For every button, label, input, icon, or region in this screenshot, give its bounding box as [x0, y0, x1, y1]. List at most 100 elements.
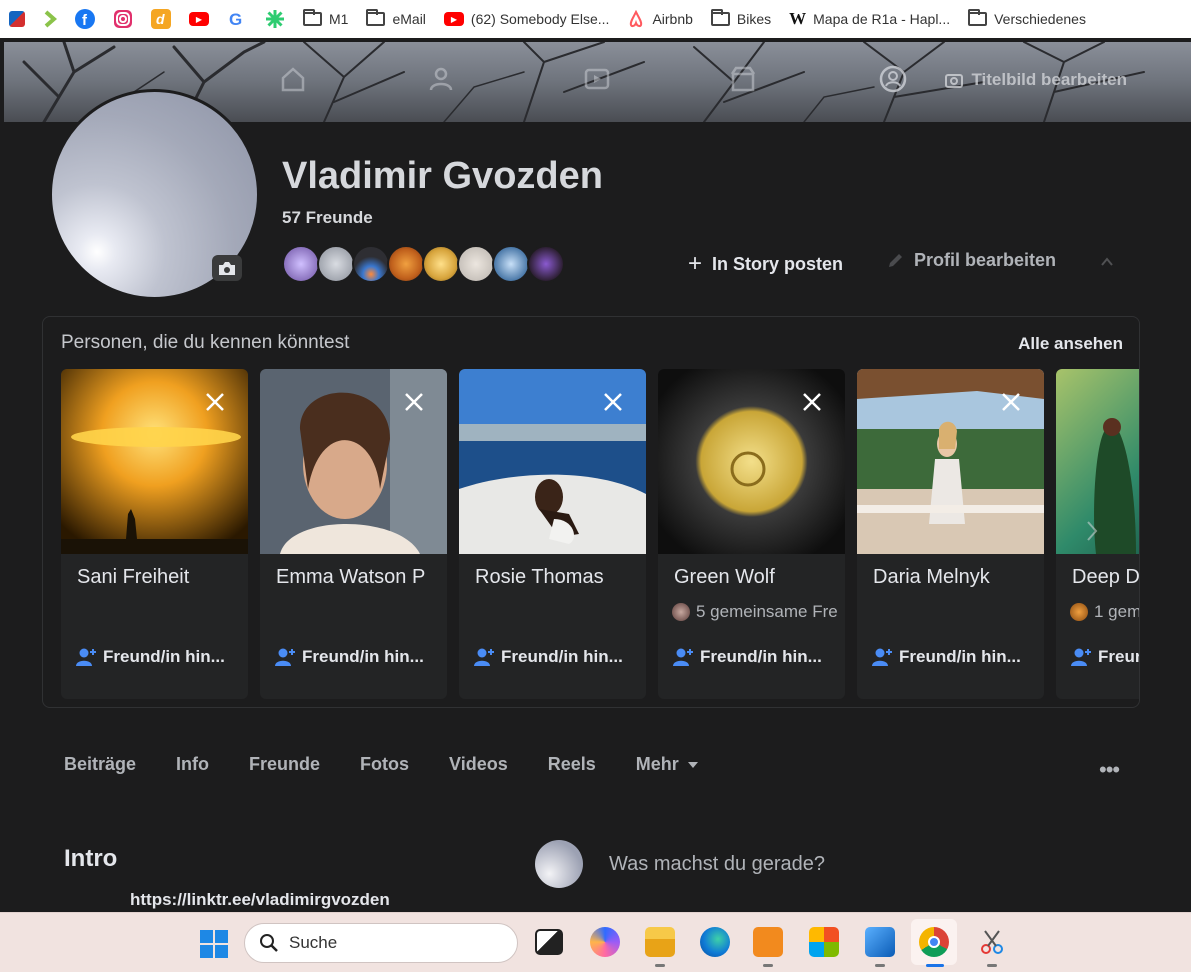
tab-reels[interactable]: Reels — [548, 754, 596, 775]
windows-start-icon[interactable] — [199, 929, 229, 959]
media-player-icon[interactable] — [753, 927, 783, 957]
add-friend-label: Freund/in hin... — [501, 647, 623, 666]
suggestion-card[interactable]: Green Wolf 5 gemeinsame Fre Freund/in hi… — [658, 369, 845, 699]
close-icon[interactable] — [1000, 391, 1022, 413]
add-friend-icon — [872, 648, 892, 666]
facebook-icon: f — [75, 9, 95, 29]
bookmark-google[interactable]: G — [218, 0, 256, 38]
card-name[interactable]: Green Wolf — [674, 566, 775, 589]
add-friend-button[interactable]: Freund/in hin... — [1070, 647, 1139, 667]
card-name[interactable]: Daria Melnyk — [873, 566, 990, 589]
suggestion-card[interactable]: Sani Freiheit Freund/in hin... — [61, 369, 248, 699]
mutual-friend-avatar — [672, 603, 690, 621]
suggestion-card[interactable]: Rosie Thomas Freund/in hin... — [459, 369, 646, 699]
close-icon[interactable] — [602, 391, 624, 413]
add-friend-button[interactable]: Freund/in hin... — [672, 647, 822, 667]
composer-avatar[interactable] — [535, 840, 583, 888]
see-all-link[interactable]: Alle ansehen — [1018, 334, 1123, 354]
folder-icon — [968, 9, 988, 26]
edit-cover-button[interactable]: Titelbild bearbeiten — [945, 70, 1127, 90]
file-explorer-icon[interactable] — [645, 927, 675, 957]
taskbar-search[interactable]: Suche — [244, 923, 518, 963]
tab-posts[interactable]: Beiträge — [64, 754, 136, 775]
app-active-indicator — [926, 964, 944, 967]
card-name[interactable]: Emma Watson P — [276, 566, 425, 589]
mutual-friends[interactable]: 1 gem — [1070, 602, 1139, 622]
friend-avatar[interactable] — [492, 245, 530, 283]
friend-avatar[interactable] — [282, 245, 320, 283]
tab-friends[interactable]: Freunde — [249, 754, 320, 775]
more-options-icon[interactable]: ••• — [1099, 757, 1120, 783]
groups-icon[interactable] — [878, 64, 908, 94]
chevron-app-icon — [44, 10, 57, 28]
add-friend-button[interactable]: Freund/in hin... — [274, 647, 424, 667]
post-story-label: In Story posten — [712, 253, 844, 274]
friends-icon[interactable] — [426, 64, 456, 94]
suggestion-card[interactable]: Deep D 1 gem Freund/in hin... — [1056, 369, 1139, 699]
folder-icon — [710, 9, 730, 26]
friends-count[interactable]: 57 Freunde — [282, 208, 373, 228]
chevron-right-icon[interactable] — [1084, 519, 1100, 543]
add-friend-label: Freund/in hin... — [302, 647, 424, 666]
friend-avatar[interactable] — [317, 245, 355, 283]
bookmark-airbnb[interactable]: Airbnb — [618, 0, 701, 38]
task-view-icon[interactable] — [535, 929, 563, 955]
add-friend-button[interactable]: Freund/in hin... — [473, 647, 623, 667]
tab-photos[interactable]: Fotos — [360, 754, 409, 775]
marketplace-icon[interactable] — [728, 64, 758, 94]
bookmark-facebook[interactable]: f — [66, 0, 104, 38]
tab-info[interactable]: Info — [176, 754, 209, 775]
bookmark-youtube-video[interactable]: ▶ (62) Somebody Else... — [435, 0, 619, 38]
chevron-up-icon[interactable] — [1100, 255, 1114, 269]
google-icon: G — [229, 10, 242, 29]
bookmark-wikipedia[interactable]: W Mapa de R1a - Hapl... — [780, 0, 959, 38]
card-name[interactable]: Rosie Thomas — [475, 566, 604, 589]
bookmark-label: Airbnb — [652, 11, 693, 27]
close-icon[interactable] — [403, 391, 425, 413]
multicolor-app-icon — [9, 11, 25, 27]
svg-text:d: d — [156, 11, 165, 27]
bookmark-app-2[interactable] — [34, 0, 66, 38]
bookmark-label: M1 — [329, 11, 349, 27]
close-icon[interactable] — [204, 391, 226, 413]
friend-avatar[interactable] — [527, 245, 565, 283]
airbnb-icon — [630, 10, 643, 28]
intro-link[interactable]: https://linktr.ee/vladimirgvozden — [130, 890, 390, 910]
tab-videos[interactable]: Videos — [449, 754, 508, 775]
suggestion-card[interactable]: Daria Melnyk Freund/in hin... — [857, 369, 1044, 699]
video-icon[interactable] — [582, 64, 612, 94]
home-icon[interactable] — [278, 64, 308, 94]
avatar-camera-button[interactable] — [212, 255, 242, 281]
close-icon[interactable] — [801, 391, 823, 413]
intro-title: Intro — [64, 845, 118, 872]
bookmark-folder-m1[interactable]: M1 — [294, 0, 357, 38]
tab-more[interactable]: Mehr — [636, 754, 699, 775]
friend-avatar[interactable] — [457, 245, 495, 283]
card-name[interactable]: Deep D — [1072, 566, 1139, 589]
snipping-tool-icon[interactable] — [977, 927, 1007, 957]
mutual-friends[interactable]: 5 gemeinsame Fre — [672, 602, 838, 622]
card-name[interactable]: Sani Freiheit — [77, 566, 189, 589]
post-story-button[interactable]: + In Story posten — [688, 250, 843, 278]
post-composer-input[interactable]: Was machst du gerade? — [609, 853, 825, 876]
bookmark-folder-verschiedenes[interactable]: Verschiedenes — [959, 0, 1095, 38]
add-friend-button[interactable]: Freund/in hin... — [75, 647, 225, 667]
friend-avatar[interactable] — [387, 245, 425, 283]
microsoft-store-icon[interactable] — [809, 927, 839, 957]
add-friend-button[interactable]: Freund/in hin... — [871, 647, 1021, 667]
friend-avatar[interactable] — [422, 245, 460, 283]
bookmark-d-app[interactable]: d — [142, 0, 180, 38]
photos-icon[interactable] — [865, 927, 895, 957]
edit-profile-button[interactable]: Profil bearbeiten — [886, 250, 1056, 271]
bookmark-instagram[interactable] — [104, 0, 142, 38]
edge-browser-icon[interactable] — [700, 927, 730, 957]
bookmark-folder-bikes[interactable]: Bikes — [702, 0, 780, 38]
bookmark-folder-email[interactable]: eMail — [357, 0, 434, 38]
bookmark-app-1[interactable] — [0, 0, 34, 38]
windows-taskbar: Suche — [0, 912, 1191, 972]
suggestion-card[interactable]: Emma Watson P Freund/in hin... — [260, 369, 447, 699]
bookmark-youtube[interactable]: ▶ — [180, 0, 218, 38]
friend-avatar[interactable] — [352, 245, 390, 283]
bookmark-green-star[interactable] — [256, 0, 294, 38]
copilot-icon[interactable] — [590, 927, 620, 957]
